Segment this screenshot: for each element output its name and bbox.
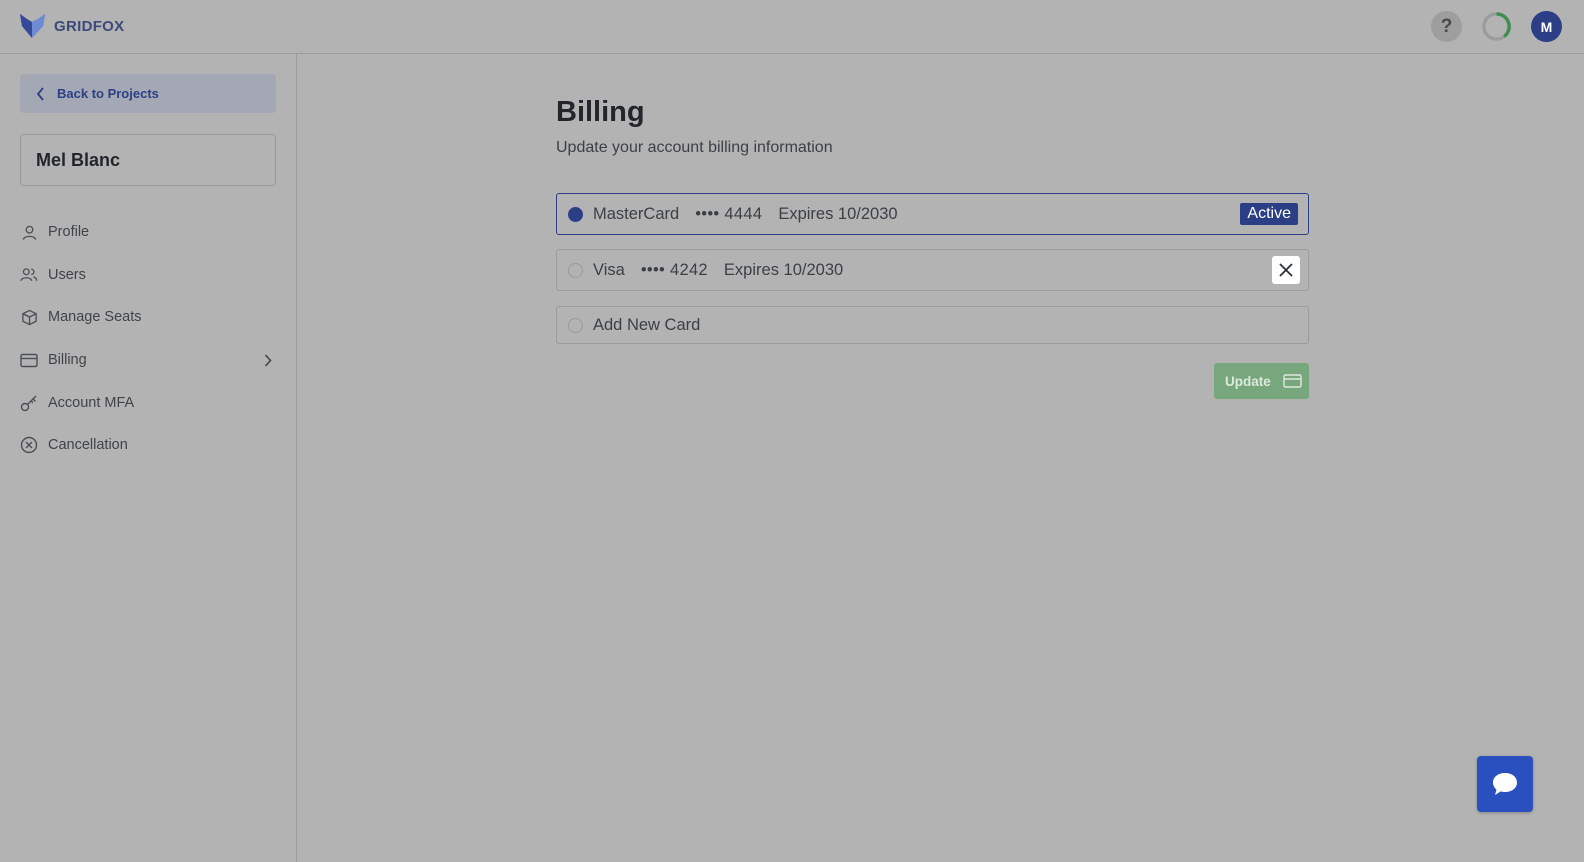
page-title: Billing [556,96,645,128]
sidebar-nav: Profile Users Manage Seats Billing Accou… [20,211,276,467]
sidebar-item-label: Account MFA [48,394,135,411]
user-name-box: Mel Blanc [20,134,276,186]
chat-button[interactable] [1477,756,1533,812]
sidebar-item-label: Profile [48,224,90,241]
update-button[interactable]: Update [1214,363,1309,399]
sidebar-item-account-mfa[interactable]: Account MFA [20,381,276,424]
card-digits: •••• 4242 [640,260,708,279]
box-icon [20,308,38,326]
sidebar-item-manage-seats[interactable]: Manage Seats [20,296,276,339]
sidebar-item-label: Cancellation [48,437,128,454]
card-digits: •••• 4444 [695,204,763,223]
sidebar-item-billing[interactable]: Billing [20,339,276,382]
help-button[interactable]: ? [1431,11,1462,42]
close-icon [1279,263,1293,277]
card-option-mastercard[interactable]: MasterCard •••• 4444 Expires 10/2030 Act… [556,193,1309,235]
sidebar-item-label: Billing [48,352,87,369]
back-to-projects-label: Back to Projects [57,86,159,101]
credit-card-icon [20,351,38,369]
sidebar: Back to Projects Mel Blanc Profile Users… [0,54,297,862]
page-subtitle: Update your account billing information [556,139,833,156]
card-option-visa[interactable]: Visa •••• 4242 Expires 10/2030 [556,249,1309,291]
sidebar-item-cancellation[interactable]: Cancellation [20,424,276,467]
back-to-projects-button[interactable]: Back to Projects [20,74,276,113]
sidebar-item-label: Users [48,266,86,283]
chat-bubble-icon [1493,773,1517,795]
sidebar-item-users[interactable]: Users [20,254,276,297]
progress-ring-icon[interactable] [1481,11,1512,42]
add-new-card-label: Add New Card [593,315,701,334]
chevron-right-icon [264,354,272,367]
credit-card-icon [1283,374,1302,388]
card-expiry: Expires 10/2030 [778,204,898,223]
radio-selected[interactable] [568,206,583,222]
x-circle-icon [20,436,38,454]
add-new-card-option[interactable]: Add New Card [556,306,1309,344]
sidebar-item-profile[interactable]: Profile [20,211,276,254]
user-icon [20,223,38,241]
brand-name: GRIDFOX [54,17,125,35]
chevron-left-icon [36,86,44,101]
remove-card-button[interactable] [1272,256,1300,284]
radio-unselected[interactable] [568,262,583,278]
key-icon [20,394,38,412]
fox-logo-icon [20,14,45,38]
card-expiry: Expires 10/2030 [723,260,844,279]
users-icon [20,266,38,284]
radio-unselected[interactable] [568,317,583,333]
card-brand: MasterCard [593,204,680,223]
top-header: GRIDFOX ? M [0,0,1584,54]
avatar[interactable]: M [1531,11,1562,42]
sidebar-item-label: Manage Seats [48,309,142,326]
status-badge: Active [1240,203,1298,225]
brand-logo[interactable]: GRIDFOX [19,13,124,39]
card-brand: Visa [593,260,625,279]
billing-panel: Billing Update your account billing info… [556,96,1309,399]
update-label: Update [1225,373,1271,389]
